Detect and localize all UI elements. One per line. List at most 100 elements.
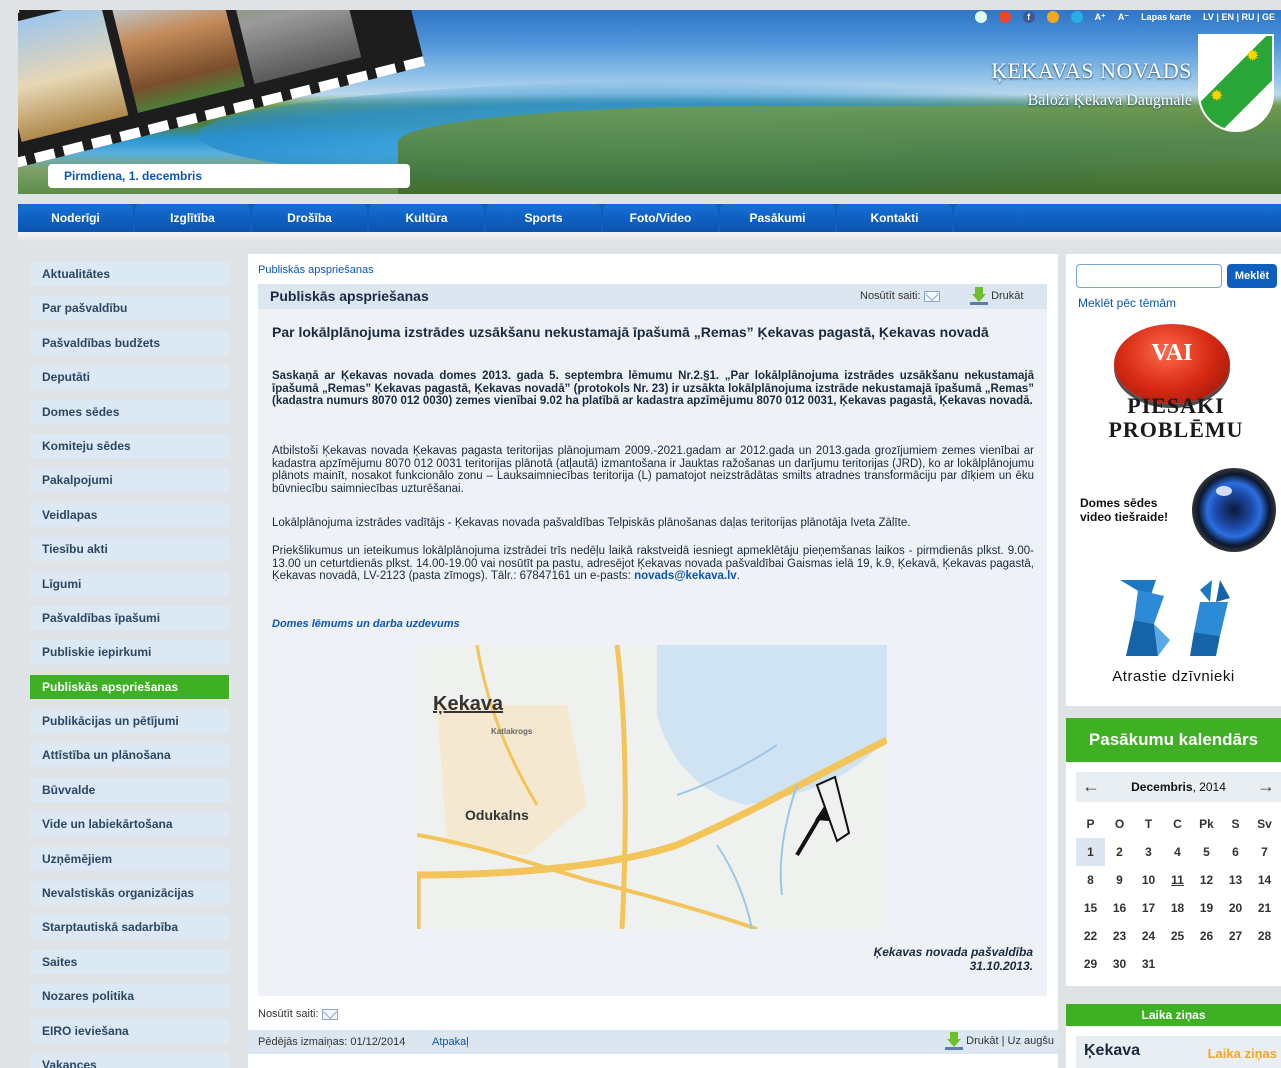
calendar-month: Decembris, 2014 [1076, 780, 1281, 794]
print-top-links[interactable]: Drukāt | Uz augšu [945, 1032, 1054, 1050]
weekday: T [1144, 817, 1153, 831]
font-larger-button[interactable]: A⁺ [1095, 12, 1106, 23]
found-pets-label: Atrastie dzīvnieki [1112, 668, 1235, 685]
mail-icon [923, 290, 940, 302]
search-button[interactable]: Meklēt [1227, 264, 1277, 288]
calendar-month-name: Decembris [1131, 780, 1193, 794]
nav-item-drosiba[interactable]: Drošība [252, 204, 367, 232]
sidebar-item-uznemejiem[interactable]: Uzņēmējiem [30, 846, 229, 871]
sidebar-item-veidlapas[interactable]: Veidlapas [30, 502, 229, 527]
sidebar-item-saites[interactable]: Saites [30, 949, 229, 974]
coat-stripe [1200, 36, 1272, 130]
sidebar-item-nvo[interactable]: Nevalstiskās organizācijas [30, 881, 229, 906]
send-link-button[interactable]: Nosūtīt saiti: [860, 290, 940, 302]
print-button[interactable]: Drukāt [970, 287, 1023, 305]
email-icon[interactable] [974, 11, 987, 23]
language-switcher[interactable]: LV | EN | RU | GE [1203, 12, 1275, 22]
nav-item-kultura[interactable]: Kultūra [369, 204, 484, 232]
coat-of-arms-logo[interactable]: ✹ ✹ [1198, 34, 1274, 132]
sidebar-item-ipasumi[interactable]: Pašvaldības īpašumi [30, 605, 229, 630]
calendar-day: 28 [1257, 929, 1272, 943]
sidebar-item-budzets[interactable]: Pašvaldības budžets [30, 330, 229, 355]
video-stream-label: Domes sēdes video tiešraide! [1080, 496, 1168, 524]
search-by-topics-link[interactable]: Meklēt pēc tēmām [1078, 296, 1176, 310]
sidebar-item-vide[interactable]: Vide un labiekārtošana [30, 812, 229, 837]
sidebar-item-apspriesanas[interactable]: Publiskās apspriešanas [30, 674, 229, 699]
calendar-day: 31 [1141, 957, 1156, 971]
search-panel: Meklēt Meklēt pēc tēmām VAI PIESAKI PROB… [1066, 254, 1281, 706]
twitter-icon[interactable] [1070, 11, 1083, 23]
nav-item-noderigi[interactable]: Noderīgi [18, 204, 133, 232]
calendar-day: 19 [1199, 901, 1214, 915]
nav-item-sports[interactable]: Sports [486, 204, 601, 232]
article-paragraph-2: Lokālplānojuma izstrādes vadītājs - Ķeka… [272, 517, 911, 529]
sidebar-item-ligumi[interactable]: Līgumi [30, 571, 229, 596]
calendar-day-today[interactable]: 1 [1076, 838, 1105, 866]
weather-widget[interactable]: Ķekava Laika ziņas [1076, 1036, 1281, 1068]
calendar-day-event[interactable]: 11 [1163, 866, 1192, 894]
site-header: f A⁺ A⁻ Lapas karte LV | EN | RU | GE ĶE… [18, 10, 1281, 194]
sidebar-item-deputati[interactable]: Deputāti [30, 365, 229, 390]
rss-icon[interactable] [1046, 11, 1059, 23]
sidebar-item-domes-sedes[interactable]: Domes sēdes [30, 399, 229, 424]
draugiem-icon[interactable] [998, 11, 1011, 23]
sitemap-link[interactable]: Lapas karte [1141, 12, 1191, 22]
send-link-button-bottom[interactable]: Nosūtīt saiti: [258, 1008, 338, 1020]
calendar-day: 4 [1174, 845, 1181, 859]
lens-glint [1216, 486, 1232, 496]
sidebar-item-pakalpojumi[interactable]: Pakalpojumi [30, 468, 229, 493]
font-smaller-button[interactable]: A⁻ [1118, 12, 1129, 23]
weekday: S [1231, 817, 1240, 831]
facebook-icon[interactable]: f [1022, 11, 1035, 23]
nav-item-pasakumi[interactable]: Pasākumi [720, 204, 835, 232]
calendar-title: Pasākumu kalendārs [1066, 718, 1281, 762]
sidebar-item-aktualitates[interactable]: Aktualitātes [30, 262, 229, 286]
sidebar-item-nozares-politika[interactable]: Nozares politika [30, 984, 229, 1009]
sidebar-item-buvvalde[interactable]: Būvvalde [30, 777, 229, 802]
nav-item-foto-video[interactable]: Foto/Video [603, 204, 718, 232]
events-calendar: Pasākumu kalendārs ← Decembris, 2014 → P… [1066, 718, 1281, 986]
sidebar-item-tiesibu-akti[interactable]: Tiesību akti [30, 537, 229, 562]
search-input[interactable] [1076, 264, 1222, 288]
video-label-line2: video tiešraide! [1080, 510, 1169, 524]
weekday: Sv [1257, 817, 1272, 831]
send-link-label: Nosūtīt saiti: [258, 1008, 319, 1020]
send-link-label: Nosūtīt saiti: [860, 290, 921, 302]
sidebar-menu: Aktualitātes Par pašvaldību Pašvaldības … [30, 262, 229, 1068]
calendar-day: 13 [1228, 873, 1243, 887]
calendar-weekdays: P O T C Pk S Sv [1076, 810, 1281, 838]
calendar-day: 26 [1199, 929, 1214, 943]
nav-item-izglitiba[interactable]: Izglītība [135, 204, 250, 232]
arrow-right-icon[interactable]: → [1257, 776, 1275, 797]
problem-label-line1: PIESAKI [1127, 393, 1225, 418]
nav-item-kontakti[interactable]: Kontakti [837, 204, 952, 232]
calendar-week: 8 9 10 11 12 13 14 [1076, 866, 1281, 894]
breadcrumb[interactable]: Publiskās apspriešanas [258, 264, 374, 276]
sidebar-item-komiteju-sedes[interactable]: Komiteju sēdes [30, 433, 229, 458]
sidebar-item-par-pasvaldibu[interactable]: Par pašvaldību [30, 296, 229, 321]
article-footer: Pēdējās izmaiņas: 01/12/2014 Atpakaļ Dru… [248, 1030, 1058, 1054]
calendar-day: 18 [1170, 901, 1185, 915]
sidebar-item-starptautiska[interactable]: Starptautiskā sadarbība [30, 915, 229, 940]
site-subtitle: Baloži Ķekava Daugmale [1027, 92, 1192, 109]
map-label-kekava: Ķekava [433, 693, 504, 715]
back-link[interactable]: Atpakaļ [432, 1036, 469, 1048]
map-label-odukalns: Odukalns [465, 807, 529, 823]
problem-label: PIESAKI PROBLĒMU [1076, 394, 1276, 442]
sidebar-item-eiro[interactable]: EIRO ieviešana [30, 1018, 229, 1043]
sidebar-item-publikacijas[interactable]: Publikācijas un pētījumi [30, 709, 229, 734]
email-link[interactable]: novads@kekava.lv [634, 570, 737, 582]
sidebar-item-iepirkumi[interactable]: Publiskie iepirkumi [30, 640, 229, 665]
film-photo-3 [225, 10, 362, 84]
nav-shadow [18, 232, 1281, 242]
document-link[interactable]: Domes lēmums un darba uzdevums [272, 618, 460, 630]
article-box: Publiskās apspriešanas Nosūtīt saiti: Dr… [258, 284, 1047, 996]
sidebar-item-vakances[interactable]: Vakances [30, 1052, 229, 1068]
sidebar-item-attistiba[interactable]: Attīstība un plānošana [30, 743, 229, 768]
signature-date: 31.10.2013. [969, 959, 1033, 973]
weather-panel: Laika ziņas Ķekava Laika ziņas [1066, 1004, 1281, 1068]
origami-pets-icon [1120, 580, 1230, 656]
calendar-day [1163, 950, 1192, 978]
calendar-day: 15 [1083, 901, 1098, 915]
calendar-day: 8 [1087, 873, 1094, 887]
